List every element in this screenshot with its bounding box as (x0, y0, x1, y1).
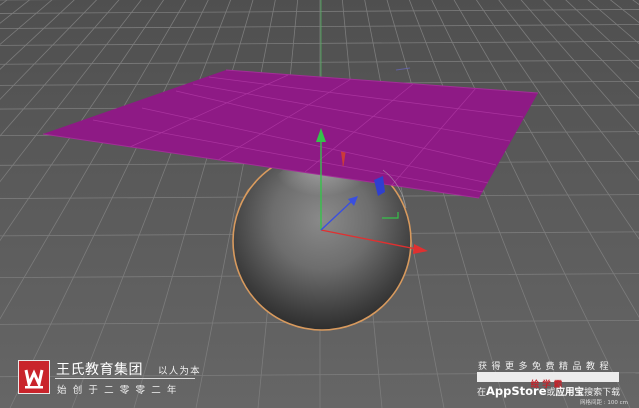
brand-name: 王氏教育集团 (56, 362, 143, 378)
promo-highlight-bar: 绘学霸 (477, 372, 619, 390)
promo-appstore: AppStore (486, 384, 547, 398)
brand-since: 始创于二零零二年 (57, 385, 183, 396)
brand-logo (18, 360, 50, 394)
promo-download-line: 在AppStore或应用宝搜索下载 (477, 384, 620, 398)
promo-or: 或 (546, 388, 556, 398)
brand-slogan: 以人为本 (158, 366, 201, 377)
brand-divider (55, 378, 195, 379)
promo-store: 应用宝 (555, 387, 585, 398)
promo-prefix: 在 (477, 388, 487, 398)
promo-title: 获得更多免费精品教程 (478, 362, 614, 372)
grid-spacing-readout: 网格间距 : 100 cm (580, 400, 628, 406)
3d-viewport[interactable]: 王氏教育集团 以人为本 始创于二零零二年 获得更多免费精品教程 绘学霸 在App… (0, 0, 639, 408)
promo-suffix: 搜索下载 (584, 388, 621, 398)
viewport-scene[interactable] (0, 0, 639, 408)
